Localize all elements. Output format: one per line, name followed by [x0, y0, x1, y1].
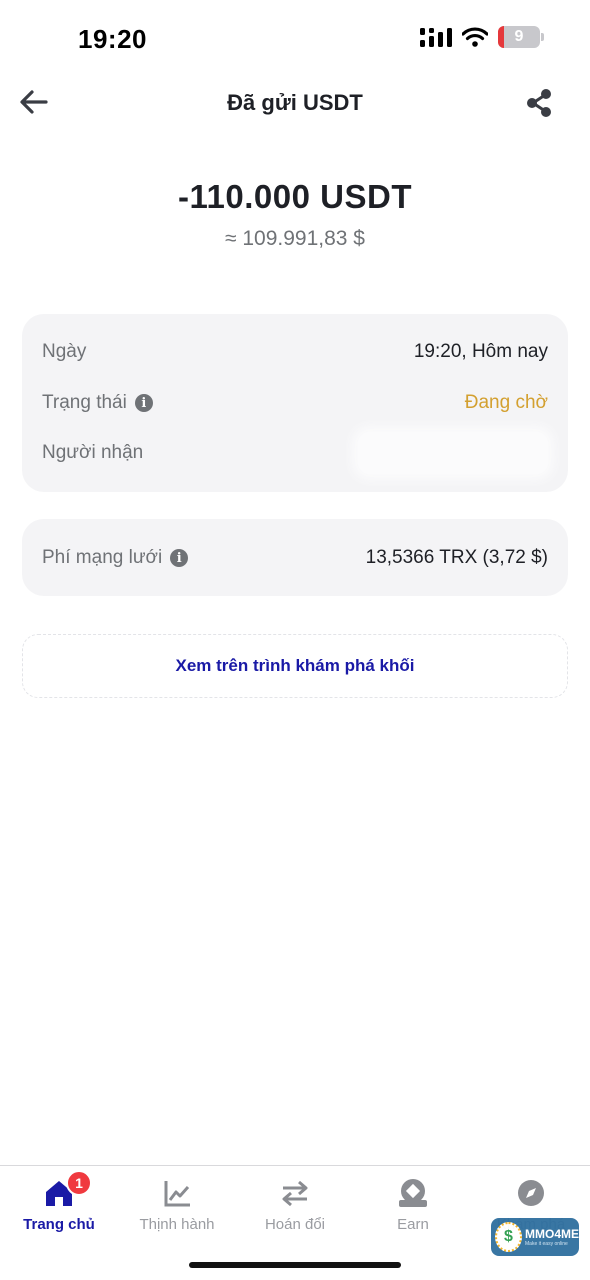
date-label: Ngày	[42, 341, 87, 362]
compass-icon	[518, 1180, 544, 1206]
earn-icon	[399, 1179, 427, 1207]
swap-arrows-icon	[282, 1180, 308, 1207]
nav-item-earn[interactable]: Earn	[354, 1166, 472, 1246]
info-icon[interactable]: i	[170, 549, 189, 567]
transaction-details-card: Ngày 19:20, Hôm nay Trạng thái i Đang ch…	[22, 314, 568, 492]
info-icon[interactable]: i	[134, 394, 153, 412]
cellular-signal-icon	[420, 28, 452, 47]
nav-label: Earn	[397, 1216, 429, 1233]
page-title: Đã gửi USDT	[227, 90, 363, 115]
header: Đã gửi USDT	[0, 80, 590, 128]
watermark-name: MMO4ME	[525, 1227, 579, 1241]
fee-value: 13,5366 TRX (3,72 $)	[365, 547, 548, 568]
watermark-logo: $ MMO4ME Make it easy online	[491, 1218, 579, 1256]
fee-label-group: Phí mạng lưới i	[42, 547, 189, 569]
nav-item-swap[interactable]: Hoán đổi	[236, 1166, 354, 1246]
wifi-icon	[462, 27, 488, 47]
notification-badge: 1	[66, 1170, 92, 1196]
battery-level: 9	[514, 28, 524, 45]
status-label-group: Trạng thái i	[42, 392, 153, 414]
nav-label: Trang chủ	[23, 1216, 95, 1233]
status-icons: 9	[420, 26, 544, 48]
fee-label: Phí mạng lưới	[42, 547, 163, 568]
nav-item-home[interactable]: 1 Trang chủ	[0, 1166, 118, 1246]
battery-icon: 9	[498, 26, 544, 48]
status-time: 19:20	[78, 24, 147, 54]
status-label: Trạng thái	[42, 392, 127, 413]
transaction-amount: -110.000 USDT	[178, 178, 412, 215]
recipient-label: Người nhận	[42, 442, 144, 463]
network-fee-card: Phí mạng lưới i 13,5366 TRX (3,72 $)	[22, 519, 568, 596]
fee-row: Phí mạng lưới i 13,5366 TRX (3,72 $)	[42, 543, 548, 573]
status-value: Đang chờ	[464, 392, 548, 413]
view-on-explorer-button[interactable]: Xem trên trình khám phá khối	[22, 634, 568, 698]
share-button[interactable]	[524, 88, 554, 118]
nav-label: Hoán đổi	[264, 1216, 326, 1233]
nav-label: Thịnh hành	[139, 1216, 215, 1233]
watermark-text: MMO4ME Make it easy online	[525, 1227, 579, 1247]
date-row: Ngày 19:20, Hôm nay	[42, 337, 548, 367]
status-bar: 19:20 9	[0, 0, 590, 80]
dollar-coin-icon: $	[495, 1222, 522, 1252]
watermark-tagline: Make it easy online	[525, 1241, 568, 1247]
share-icon	[527, 89, 551, 117]
recipient-row: Người nhận	[42, 432, 548, 474]
home-indicator	[189, 1262, 401, 1268]
trending-chart-icon	[164, 1181, 190, 1207]
transaction-fiat-amount: ≈ 109.991,83 $	[225, 227, 365, 250]
recipient-address-redacted	[358, 432, 548, 474]
date-value: 19:20, Hôm nay	[413, 341, 548, 362]
nav-item-trending[interactable]: Thịnh hành	[118, 1166, 236, 1246]
status-row: Trạng thái i Đang chờ	[42, 388, 548, 418]
